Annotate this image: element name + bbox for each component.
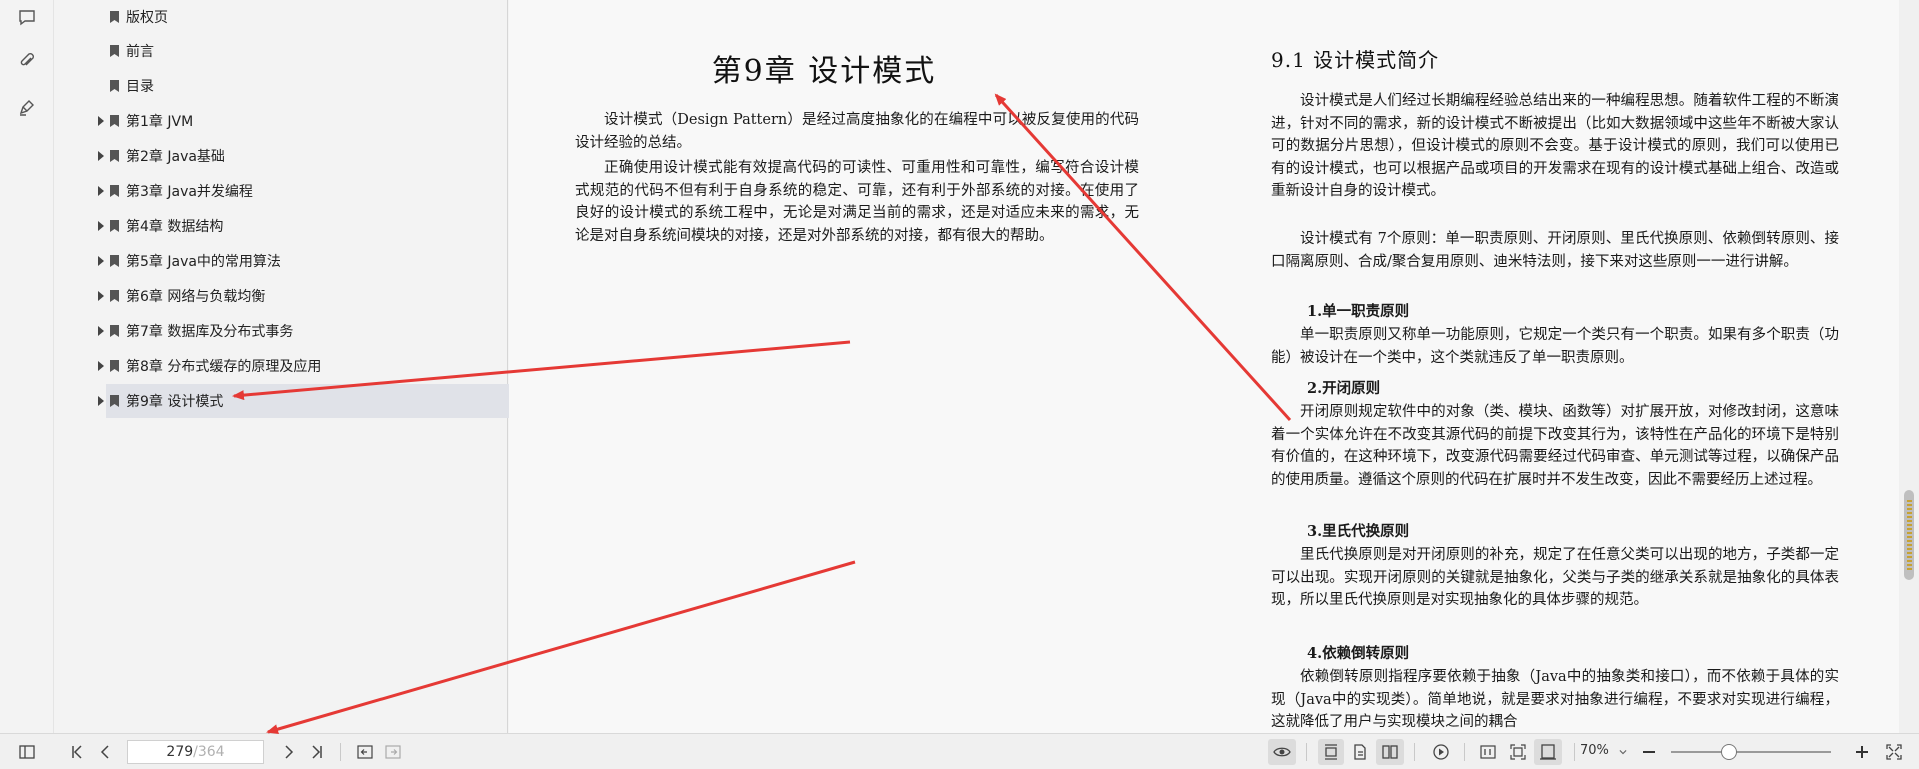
total-pages: /364 [193, 744, 225, 760]
go-forward-icon[interactable] [382, 739, 404, 765]
bookmark-icon [110, 395, 119, 407]
outline-item-label: 前言 [126, 44, 154, 60]
zoom-in-icon[interactable] [1851, 739, 1873, 765]
expand-arrow-icon[interactable] [97, 186, 105, 196]
zoom-slider-knob[interactable] [1721, 744, 1737, 760]
outline-item-label: 第9章 设计模式 [126, 394, 224, 410]
bookmark-icon [110, 220, 119, 232]
outline-item-label: 第4章 数据结构 [126, 219, 224, 235]
fullscreen-icon[interactable] [1881, 739, 1907, 765]
bookmark-icon [110, 255, 119, 267]
outline-item[interactable]: 第6章 网络与负载均衡 [81, 279, 555, 313]
sign-pen-icon[interactable] [14, 94, 40, 120]
zoom-slider[interactable] [1671, 751, 1831, 753]
principle-title: 2.开闭原则 [1307, 380, 1381, 397]
outline-item[interactable]: 第4章 数据结构 [81, 209, 555, 243]
divider [1464, 743, 1465, 761]
paragraph: 开闭原则规定软件中的对象（类、模块、函数等）对扩展开放，对修改封闭，这意味着一个… [1271, 404, 1839, 488]
comment-icon[interactable] [14, 5, 40, 31]
divider [1574, 743, 1575, 761]
continuous-view-icon[interactable] [1318, 739, 1344, 765]
document-view[interactable]: 第9章 设计模式 设计模式（Design Pattern）是经过高度抽象化的在编… [509, 0, 1899, 733]
outline-item[interactable]: 版权页 [81, 0, 555, 34]
outline-item-label: 版权页 [126, 10, 168, 26]
outline-item[interactable]: 前言 [81, 34, 555, 68]
zoom-level[interactable]: 70% [1580, 743, 1609, 758]
bookmark-icon [110, 360, 119, 372]
next-page-icon[interactable] [278, 739, 300, 765]
outline-item-label: 第8章 分布式缓存的原理及应用 [126, 359, 322, 375]
side-icon-rail [0, 0, 54, 733]
outline-item-selected[interactable]: 第9章 设计模式 [81, 384, 555, 418]
sidebar-toggle-icon[interactable] [14, 739, 40, 765]
divider [1414, 743, 1415, 761]
paragraph: 里氏代换原则是对开闭原则的补充，规定了在任意父类可以出现的地方，子类都一定可以出… [1271, 547, 1839, 609]
outline-item-label: 第3章 Java并发编程 [126, 184, 253, 200]
zoom-out-icon[interactable] [1638, 739, 1660, 765]
outline-item[interactable]: 第7章 数据库及分布式事务 [81, 314, 555, 348]
zoom-dropdown-icon[interactable] [1616, 739, 1630, 765]
outline-item-label: 第1章 JVM [126, 114, 194, 130]
paragraph: 设计模式有 7个原则：单一职责原则、开闭原则、里氏代换原则、依赖倒转原则、接口隔… [1271, 231, 1839, 270]
principle-title: 3.里氏代换原则 [1307, 523, 1410, 540]
scrollbar-markers [1907, 500, 1912, 570]
expand-arrow-icon[interactable] [97, 116, 105, 126]
previous-page-icon[interactable] [94, 739, 116, 765]
expand-arrow-icon[interactable] [97, 151, 105, 161]
outline-item-label: 目录 [126, 79, 154, 95]
principle-title: 4.依赖倒转原则 [1307, 645, 1410, 662]
bookmark-icon [110, 80, 119, 92]
expand-arrow-icon[interactable] [97, 221, 105, 231]
outline-item-label: 第7章 数据库及分布式事务 [126, 324, 294, 340]
outline-item[interactable]: 第3章 Java并发编程 [81, 174, 555, 208]
single-page-icon[interactable] [1348, 739, 1372, 765]
expand-arrow-icon[interactable] [97, 326, 105, 336]
paragraph: 单一职责原则又称单一功能原则，它规定一个类只有一个职责。如果有多个职责（功能）被… [1271, 327, 1839, 366]
expand-arrow-icon[interactable] [97, 291, 105, 301]
outline-item[interactable]: 第5章 Java中的常用算法 [81, 244, 555, 278]
principle-title: 1.单一职责原则 [1307, 303, 1410, 320]
fit-page-icon[interactable] [1506, 739, 1530, 765]
page-number-input[interactable]: 279/364 [127, 740, 264, 764]
expand-arrow-icon[interactable] [97, 396, 105, 406]
section-title: 9.1 设计模式简介 [1271, 48, 1440, 72]
bottom-toolbar: 279/364 70% [0, 733, 1919, 769]
current-page: 279 [166, 744, 194, 760]
paragraph: 设计模式是人们经过长期编程经验总结出来的一种编程思想。随着软件工程的不断演进，针… [1271, 93, 1839, 200]
expand-arrow-icon[interactable] [97, 256, 105, 266]
outline-panel: 版权页 前言 目录 第1章 JVM 第2章 Java基础 第3章 Java并发编… [55, 0, 526, 733]
vertical-scrollbar[interactable] [1899, 0, 1919, 733]
expand-arrow-icon[interactable] [97, 361, 105, 371]
bookmark-icon [110, 11, 119, 23]
outline-item-label: 第6章 网络与负载均衡 [126, 289, 266, 305]
outline-item[interactable]: 第2章 Java基础 [81, 139, 555, 173]
actual-size-icon[interactable] [1476, 739, 1500, 765]
paragraph: 依赖倒转原则指程序要依赖于抽象（Java中的抽象类和接口），而不依赖于具体的实现… [1271, 669, 1839, 731]
bookmark-icon [110, 325, 119, 337]
bookmark-icon [110, 45, 119, 57]
fit-width-icon[interactable] [1534, 739, 1562, 765]
two-page-icon[interactable] [1376, 739, 1404, 765]
first-page-icon[interactable] [66, 739, 88, 765]
divider [340, 743, 341, 761]
attachment-icon[interactable] [14, 48, 40, 74]
divider [1306, 743, 1307, 761]
outline-item[interactable]: 第1章 JVM [81, 104, 555, 138]
last-page-icon[interactable] [306, 739, 328, 765]
outline-item[interactable]: 目录 [81, 69, 555, 103]
bookmark-icon [110, 290, 119, 302]
outline-item-label: 第5章 Java中的常用算法 [126, 254, 281, 270]
outline-item-label: 第2章 Java基础 [126, 149, 225, 165]
bookmark-icon [110, 185, 119, 197]
bookmark-icon [110, 115, 119, 127]
eye-protection-icon[interactable] [1268, 739, 1296, 765]
bookmark-icon [110, 150, 119, 162]
outline-item[interactable]: 第8章 分布式缓存的原理及应用 [81, 349, 555, 383]
go-back-icon[interactable] [354, 739, 376, 765]
play-slideshow-icon[interactable] [1428, 739, 1454, 765]
